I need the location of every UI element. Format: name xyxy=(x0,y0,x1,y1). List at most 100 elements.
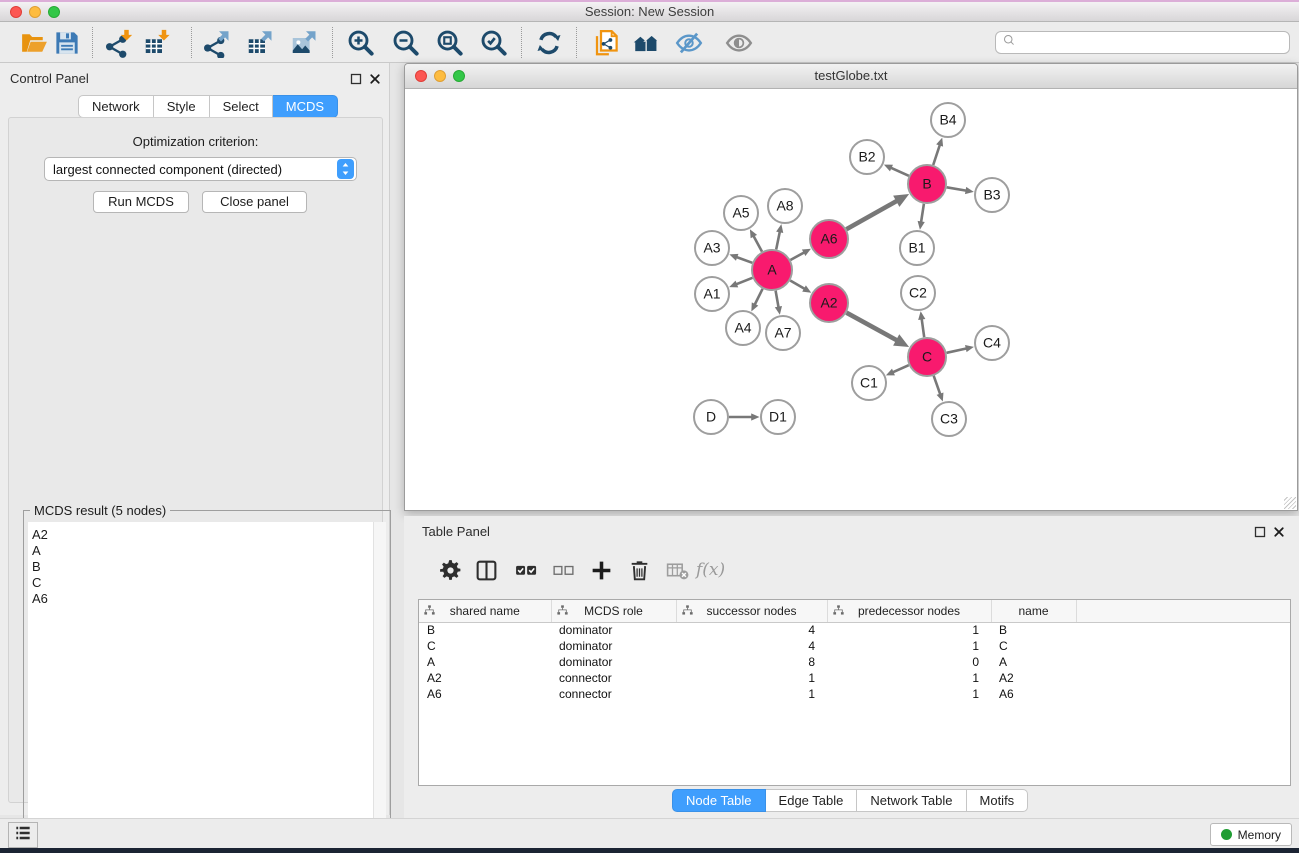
table-cell[interactable]: A xyxy=(419,654,551,670)
tab-style[interactable]: Style xyxy=(154,95,210,118)
table-cell[interactable]: 4 xyxy=(676,638,827,654)
scrollbar[interactable] xyxy=(373,522,386,846)
import-table-icon[interactable] xyxy=(140,26,174,60)
close-panel-icon[interactable] xyxy=(369,72,381,84)
table-cell[interactable]: 8 xyxy=(676,654,827,670)
run-mcds-button[interactable]: Run MCDS xyxy=(93,191,189,213)
node-A2[interactable]: A2 xyxy=(810,284,848,322)
column-header-mcds-role[interactable]: MCDS role xyxy=(551,600,676,622)
export-table-icon[interactable] xyxy=(243,26,277,60)
node-B1[interactable]: B1 xyxy=(900,231,934,265)
import-network-icon[interactable] xyxy=(102,26,136,60)
network-canvas[interactable]: AA1A2A3A4A5A6A7A8BB1B2B3B4CC1C2C3C4DD1 xyxy=(405,89,1297,510)
node-A[interactable]: A xyxy=(752,250,792,290)
table-cell[interactable]: C xyxy=(419,638,551,654)
table-cell[interactable]: dominator xyxy=(551,638,676,654)
edge-C-C4[interactable] xyxy=(947,349,967,353)
add-row-icon[interactable] xyxy=(587,556,615,584)
table-cell[interactable]: B xyxy=(991,622,1076,638)
edge-A2-C[interactable] xyxy=(847,313,898,341)
table-cell[interactable]: 1 xyxy=(827,670,991,686)
table-cell[interactable]: 1 xyxy=(676,670,827,686)
table-cell[interactable] xyxy=(1076,686,1291,702)
column-header-predecessor-nodes[interactable]: predecessor nodes xyxy=(827,600,991,622)
tab-select[interactable]: Select xyxy=(210,95,273,118)
table-cell[interactable]: A6 xyxy=(991,686,1076,702)
node-B2[interactable]: B2 xyxy=(850,140,884,174)
node-A1[interactable]: A1 xyxy=(695,277,729,311)
tab-motifs[interactable]: Motifs xyxy=(967,789,1029,812)
table-cell[interactable]: dominator xyxy=(551,654,676,670)
home-icon[interactable] xyxy=(629,26,663,60)
tab-network[interactable]: Network xyxy=(78,95,154,118)
edge-B-B3[interactable] xyxy=(947,187,966,190)
table-cell[interactable]: connector xyxy=(551,670,676,686)
save-icon[interactable] xyxy=(50,26,84,60)
edge-C-C2[interactable] xyxy=(922,319,925,337)
zoom-selected-icon[interactable] xyxy=(477,26,511,60)
tab-mcds[interactable]: MCDS xyxy=(273,95,338,118)
zoom-window-button[interactable] xyxy=(48,6,60,18)
table-row[interactable]: A6connector11A6 xyxy=(419,686,1291,702)
memory-button[interactable]: Memory xyxy=(1210,823,1292,846)
node-A4[interactable]: A4 xyxy=(726,311,760,345)
close-network-button[interactable] xyxy=(415,70,427,82)
export-network-icon[interactable] xyxy=(200,26,234,60)
table-cell[interactable]: C xyxy=(991,638,1076,654)
table-row[interactable]: Adominator80A xyxy=(419,654,1291,670)
table-cell[interactable]: 4 xyxy=(676,622,827,638)
hide-details-icon[interactable] xyxy=(672,26,706,60)
edge-A-A4[interactable] xyxy=(755,289,763,305)
node-A3[interactable]: A3 xyxy=(695,231,729,265)
table-cell[interactable]: connector xyxy=(551,686,676,702)
select-all-icon[interactable] xyxy=(512,556,540,584)
open-icon[interactable] xyxy=(17,26,51,60)
column-header-name[interactable]: name xyxy=(991,600,1076,622)
node-D1[interactable]: D1 xyxy=(761,400,795,434)
search-input[interactable] xyxy=(1017,34,1283,52)
edge-A6-B[interactable] xyxy=(846,201,897,229)
tab-network-table[interactable]: Network Table xyxy=(857,789,966,812)
node-D[interactable]: D xyxy=(694,400,728,434)
refresh-icon[interactable] xyxy=(532,26,566,60)
table-cell[interactable]: A2 xyxy=(419,670,551,686)
edge-B-B1[interactable] xyxy=(921,204,924,222)
result-item[interactable]: B xyxy=(28,559,386,575)
close-table-panel-icon[interactable] xyxy=(1273,525,1285,537)
table-cell[interactable] xyxy=(1076,654,1291,670)
zoom-in-icon[interactable] xyxy=(344,26,378,60)
table-cell[interactable]: 0 xyxy=(827,654,991,670)
tab-edge-table[interactable]: Edge Table xyxy=(766,789,858,812)
table-cell[interactable]: B xyxy=(419,622,551,638)
task-history-button[interactable] xyxy=(8,822,38,848)
edge-A-A3[interactable] xyxy=(737,257,753,263)
edge-B-B4[interactable] xyxy=(933,145,940,165)
table-cell[interactable]: dominator xyxy=(551,622,676,638)
table-cell[interactable]: 1 xyxy=(827,622,991,638)
table-row[interactable]: Cdominator41C xyxy=(419,638,1291,654)
node-B[interactable]: B xyxy=(908,165,946,203)
minimize-network-button[interactable] xyxy=(434,70,446,82)
column-header-shared-name[interactable]: shared name xyxy=(419,600,551,622)
float-table-panel-icon[interactable] xyxy=(1254,525,1266,537)
node-B3[interactable]: B3 xyxy=(975,178,1009,212)
titlebar[interactable]: Session: New Session xyxy=(0,2,1299,22)
network-window-titlebar[interactable]: testGlobe.txt xyxy=(405,64,1297,89)
tab-node-table[interactable]: Node Table xyxy=(672,789,766,812)
table-cell[interactable] xyxy=(1076,622,1291,638)
node-A7[interactable]: A7 xyxy=(766,316,800,350)
columns-icon[interactable] xyxy=(472,556,500,584)
table-cell[interactable]: 1 xyxy=(827,686,991,702)
edge-A-A1[interactable] xyxy=(736,278,752,284)
table-row[interactable]: Bdominator41B xyxy=(419,622,1291,638)
edge-A-A7[interactable] xyxy=(776,291,779,307)
resize-grip-icon[interactable] xyxy=(1284,497,1296,509)
criterion-select[interactable]: largest connected component (directed) xyxy=(44,157,357,181)
result-item[interactable]: C xyxy=(28,575,386,591)
table-cell[interactable]: A6 xyxy=(419,686,551,702)
float-panel-icon[interactable] xyxy=(350,72,362,84)
result-item[interactable]: A2 xyxy=(28,527,386,543)
gear-icon[interactable] xyxy=(436,556,464,584)
table-row[interactable]: A2connector11A2 xyxy=(419,670,1291,686)
table-cell[interactable]: A2 xyxy=(991,670,1076,686)
